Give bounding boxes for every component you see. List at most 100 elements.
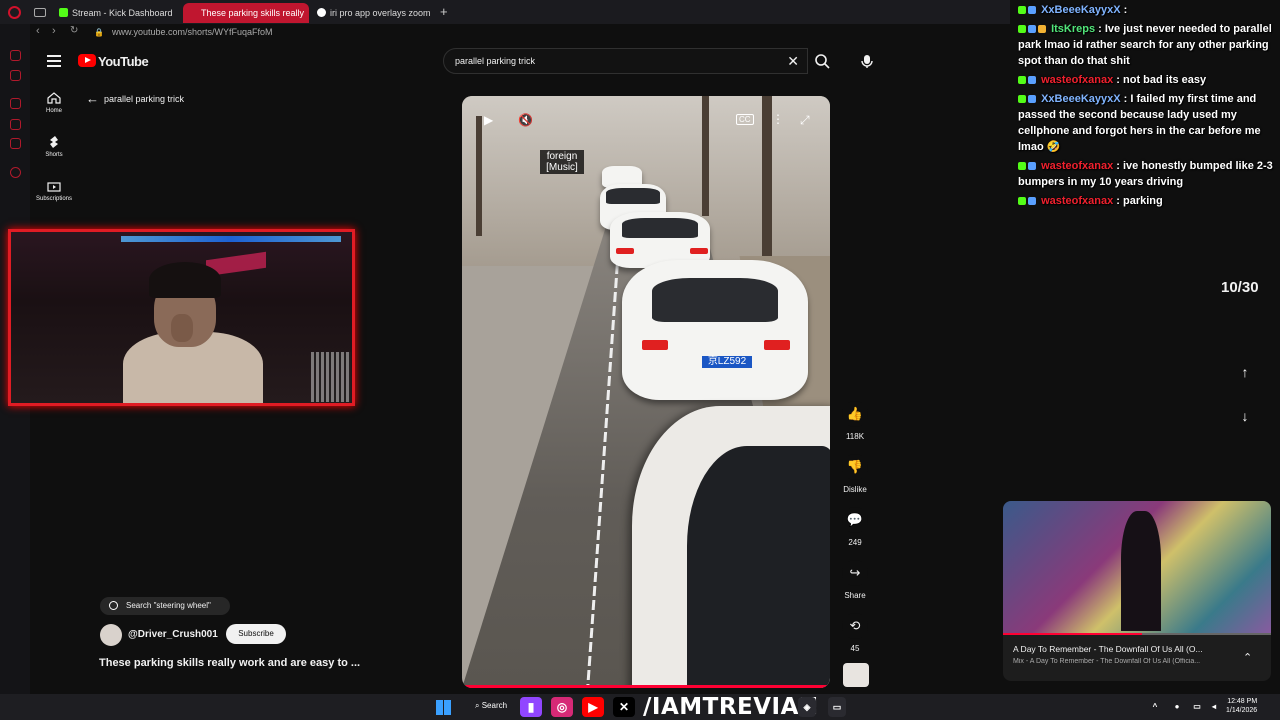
fullscreen-icon[interactable]: ⤢ xyxy=(800,113,810,128)
hamburger-menu-icon[interactable] xyxy=(47,55,61,70)
reload-icon[interactable]: ↻ xyxy=(70,25,78,36)
tiktok-icon[interactable] xyxy=(10,119,21,130)
instagram-icon[interactable]: ◎ xyxy=(551,697,573,717)
like-button[interactable]: 👍 118K xyxy=(838,401,872,441)
play-icon[interactable]: ▶ xyxy=(484,113,493,127)
license-plate: 京LZ592 xyxy=(702,356,752,368)
sub-badge-icon xyxy=(1028,25,1036,33)
mute-icon[interactable]: 🔇 xyxy=(518,113,533,127)
remix-icon: ⟲ xyxy=(842,613,868,639)
more-options-icon[interactable]: ⋮ xyxy=(772,112,784,126)
app-icon[interactable]: ◈ xyxy=(798,697,816,717)
nav-shorts[interactable]: Shorts xyxy=(33,136,75,158)
share-icon: ↪ xyxy=(842,560,868,586)
sub-badge-icon xyxy=(1028,162,1036,170)
video-title[interactable]: These parking skills really work and are… xyxy=(99,657,439,669)
tab-kick-dashboard[interactable]: Stream - Kick Dashboard xyxy=(54,3,180,23)
clear-search-icon[interactable]: ✕ xyxy=(787,53,799,70)
home-icon xyxy=(47,92,61,104)
dislike-label: Dislike xyxy=(843,485,867,494)
video-progress-bar[interactable] xyxy=(462,685,830,688)
chat-username: XxBeeeKayyxX xyxy=(1041,4,1121,16)
tab-youtube-short[interactable]: These parking skills really xyxy=(183,3,309,23)
tab-overview-icon[interactable] xyxy=(34,8,46,17)
youtube-logo-text[interactable]: YouTube xyxy=(98,54,149,69)
music-subtitle: Mix - A Day To Remember - The Downfall O… xyxy=(1013,658,1201,665)
search-button[interactable] xyxy=(808,48,838,74)
channel-name[interactable]: @Driver_Crush001 xyxy=(128,629,218,640)
twitch-icon[interactable]: ▮ xyxy=(520,697,542,717)
subscriptions-icon xyxy=(47,182,61,192)
music-progress-bar[interactable] xyxy=(1003,633,1271,635)
shorts-video-player[interactable]: 京LZ592 ▶ 🔇 CC ⋮ ⤢ foreign [Music] xyxy=(462,96,830,688)
forward-nav-icon[interactable]: › xyxy=(52,25,56,37)
caption-line: [Music] xyxy=(546,162,578,173)
tab-label: iri pro app overlays zoom xyxy=(330,8,431,18)
chat-username: ItsKreps xyxy=(1051,23,1096,35)
kick-badge-icon xyxy=(1018,95,1026,103)
clock-date: 1/14/2026 xyxy=(1226,707,1258,714)
chat-username: XxBeeeKayyxX xyxy=(1041,93,1121,105)
search-icon xyxy=(109,601,118,610)
nav-home[interactable]: Home xyxy=(33,92,75,114)
subscribe-button[interactable]: Subscribe xyxy=(226,624,286,644)
avatar[interactable] xyxy=(100,624,122,646)
captions-button[interactable]: CC xyxy=(736,114,754,125)
chat-message: XxBeeeKayyxX : I failed my first time an… xyxy=(1018,93,1261,153)
network-icon[interactable]: ▭ xyxy=(1190,697,1204,717)
parked-car: 京LZ592 xyxy=(622,260,808,400)
windows-start-icon[interactable] xyxy=(436,700,451,715)
caption-line: foreign xyxy=(546,151,578,162)
voice-search-button[interactable] xyxy=(855,49,879,73)
comment-button[interactable]: 💬 249 xyxy=(838,507,872,547)
back-arrow-icon[interactable]: ← xyxy=(86,91,99,106)
chat-message: XxBeeeKayyxX : xyxy=(1018,2,1280,18)
browser-tab-strip: Stream - Kick Dashboard These parking sk… xyxy=(0,0,1010,24)
music-title[interactable]: A Day To Remember - The Downfall Of Us A… xyxy=(1013,644,1233,654)
url-field[interactable]: www.youtube.com/shorts/WYfFuqaFfoM xyxy=(112,27,273,37)
keyboard-instrument xyxy=(311,352,351,402)
x-icon[interactable] xyxy=(10,138,21,149)
related-search-pill[interactable]: Search "steering wheel" xyxy=(100,597,230,615)
sidebar-app-icon[interactable] xyxy=(10,70,21,81)
search-input[interactable]: parallel parking trick ✕ xyxy=(443,48,808,74)
music-mini-player[interactable]: A Day To Remember - The Downfall Of Us A… xyxy=(1003,501,1271,681)
youtube-logo-icon[interactable] xyxy=(78,54,96,67)
tree xyxy=(476,116,482,236)
tray-clock[interactable]: 12:48 PM 1/14/2026 xyxy=(1226,697,1257,715)
chat-username: wasteofxanax xyxy=(1041,74,1114,86)
chat-message: ItsKreps : Ive just never needed to para… xyxy=(1018,23,1272,67)
led-light xyxy=(121,236,341,242)
taskbar-search[interactable]: ⌕ Search xyxy=(475,701,507,711)
opera-logo-icon[interactable] xyxy=(8,6,21,19)
tree xyxy=(702,96,709,216)
chat-message: wasteofxanax : not bad its easy xyxy=(1018,72,1280,88)
audio-thumbnail[interactable] xyxy=(843,663,869,687)
back-nav-icon[interactable]: ‹ xyxy=(36,25,40,37)
previous-short-icon[interactable]: ↑ xyxy=(1233,364,1257,388)
instagram-icon[interactable] xyxy=(10,98,21,109)
chat-text: not bad its easy xyxy=(1123,74,1207,86)
gift-badge-icon xyxy=(1038,25,1046,33)
sidebar-app-icon[interactable] xyxy=(10,50,21,61)
volume-icon[interactable]: ◂ xyxy=(1207,697,1221,717)
share-button[interactable]: ↪ Share xyxy=(838,560,872,600)
kick-badge-icon xyxy=(1018,25,1026,33)
tab-label: These parking skills really xyxy=(201,8,305,18)
new-tab-icon[interactable]: + xyxy=(440,4,448,19)
remix-button[interactable]: ⟲ 45 xyxy=(838,613,872,653)
dislike-button[interactable]: 👎 Dislike xyxy=(838,454,872,494)
address-bar: ‹ › ↻ 🔒 www.youtube.com/shorts/WYfFuqaFf… xyxy=(30,24,1010,42)
chevron-up-icon[interactable]: ⌃ xyxy=(1243,651,1252,664)
terminal-icon[interactable]: ▭ xyxy=(828,697,846,717)
next-short-icon[interactable]: ↓ xyxy=(1233,408,1257,432)
nav-subscriptions[interactable]: Subscriptions xyxy=(33,180,75,202)
tab-iri-overlays[interactable]: iri pro app overlays zoom xyxy=(312,3,438,23)
history-icon[interactable] xyxy=(10,167,21,178)
comment-count: 249 xyxy=(848,538,862,547)
microphone-tray-icon[interactable]: ● xyxy=(1170,697,1184,717)
chat-message: wasteofxanax : ive honestly bumped like … xyxy=(1018,160,1273,188)
youtube-icon[interactable]: ▶ xyxy=(582,697,604,717)
x-icon[interactable]: ✕ xyxy=(613,697,635,717)
tray-chevron-icon[interactable]: ^ xyxy=(1148,697,1162,717)
